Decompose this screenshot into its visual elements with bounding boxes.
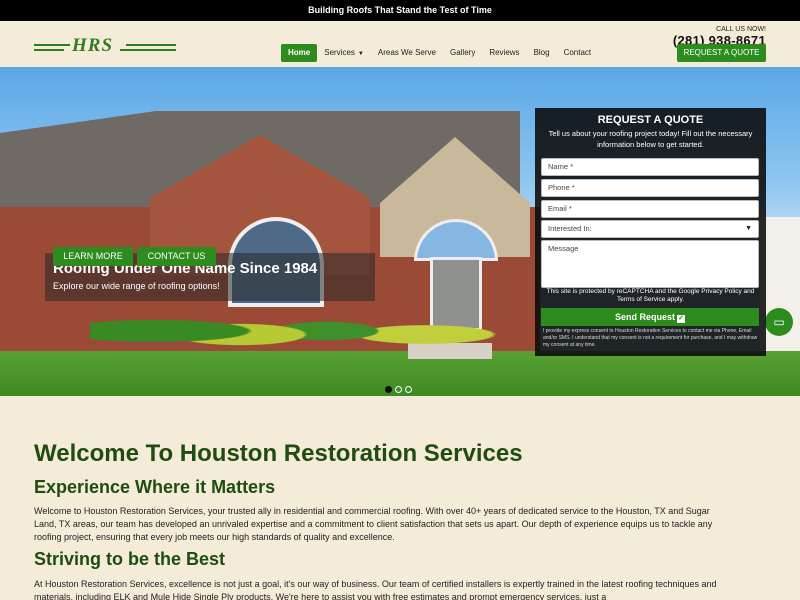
top-announcement-bar: Building Roofs That Stand the Test of Ti…	[0, 0, 800, 21]
hero-subtitle: Explore our wide range of roofing option…	[53, 281, 220, 291]
nav-item-home[interactable]: Home	[281, 44, 318, 62]
checkbox-icon: ✓	[677, 315, 685, 323]
page-title: Welcome To Houston Restoration Services	[34, 440, 523, 467]
send-request-label: Send Request	[614, 312, 675, 322]
paragraph-striving: At Houston Restoration Services, excelle…	[34, 579, 717, 600]
learn-more-button[interactable]: LEARN MORE	[53, 247, 133, 266]
request-quote-button[interactable]: REQUEST A QUOTE	[677, 44, 766, 62]
hero-image-neighbor-house	[760, 217, 800, 367]
logo-text: HRS	[72, 35, 114, 56]
logo-line-right	[126, 44, 176, 46]
slider-dot-2[interactable]	[395, 386, 402, 393]
announcement-text: Building Roofs That Stand the Test of Ti…	[308, 5, 492, 15]
nav-item-services[interactable]: Services ▼	[317, 44, 371, 62]
consent-text: I provide my express consent to Houston …	[543, 328, 758, 348]
email-field[interactable]: Email *	[541, 200, 759, 218]
paragraph-experience: Welcome to Houston Restoration Services,…	[34, 506, 713, 542]
send-request-button[interactable]: Send Request ✓	[541, 308, 759, 326]
section-heading-striving: Striving to be the Best	[34, 549, 226, 569]
nav-item-gallery[interactable]: Gallery	[443, 44, 482, 62]
chevron-down-icon: ▼	[357, 51, 364, 57]
section-heading-experience: Experience Where it Matters	[34, 477, 276, 497]
name-field[interactable]: Name *	[541, 158, 759, 176]
slider-dot-1[interactable]	[385, 386, 392, 393]
recaptcha-notice: This site is protected by reCAPTCHA and …	[546, 288, 755, 303]
quote-form-intro: Tell us about your roofing project today…	[548, 129, 753, 149]
interested-in-select[interactable]: Interested In: ▼	[541, 220, 759, 238]
interested-in-value: Interested In:	[548, 224, 592, 233]
phone-field[interactable]: Phone *	[541, 179, 759, 197]
slider-dot-3[interactable]	[405, 386, 412, 393]
logo-line-left-2	[34, 49, 64, 51]
main-nav: Home Services ▼ Areas We Serve Gallery Re…	[281, 44, 598, 62]
nav-item-areas[interactable]: Areas We Serve	[371, 44, 443, 62]
call-us-label: CALL US NOW!	[716, 26, 766, 33]
slider-dots	[385, 386, 412, 393]
contact-us-button[interactable]: CONTACT US	[137, 247, 216, 266]
nav-item-contact[interactable]: Contact	[557, 44, 599, 62]
quote-form: REQUEST A QUOTE Tell us about your roofi…	[535, 108, 766, 356]
logo-line-left	[34, 44, 70, 46]
nav-item-blog[interactable]: Blog	[527, 44, 557, 62]
nav-item-services-label: Services	[324, 48, 355, 57]
chevron-down-icon: ▼	[745, 225, 752, 232]
logo-line-right-2	[120, 49, 176, 51]
quote-form-title: REQUEST A QUOTE	[597, 114, 704, 126]
nav-item-reviews[interactable]: Reviews	[482, 44, 526, 62]
message-field[interactable]: Message	[541, 240, 759, 288]
chat-bubble-icon[interactable]: ▭	[765, 308, 793, 336]
logo[interactable]: HRS	[34, 35, 176, 57]
